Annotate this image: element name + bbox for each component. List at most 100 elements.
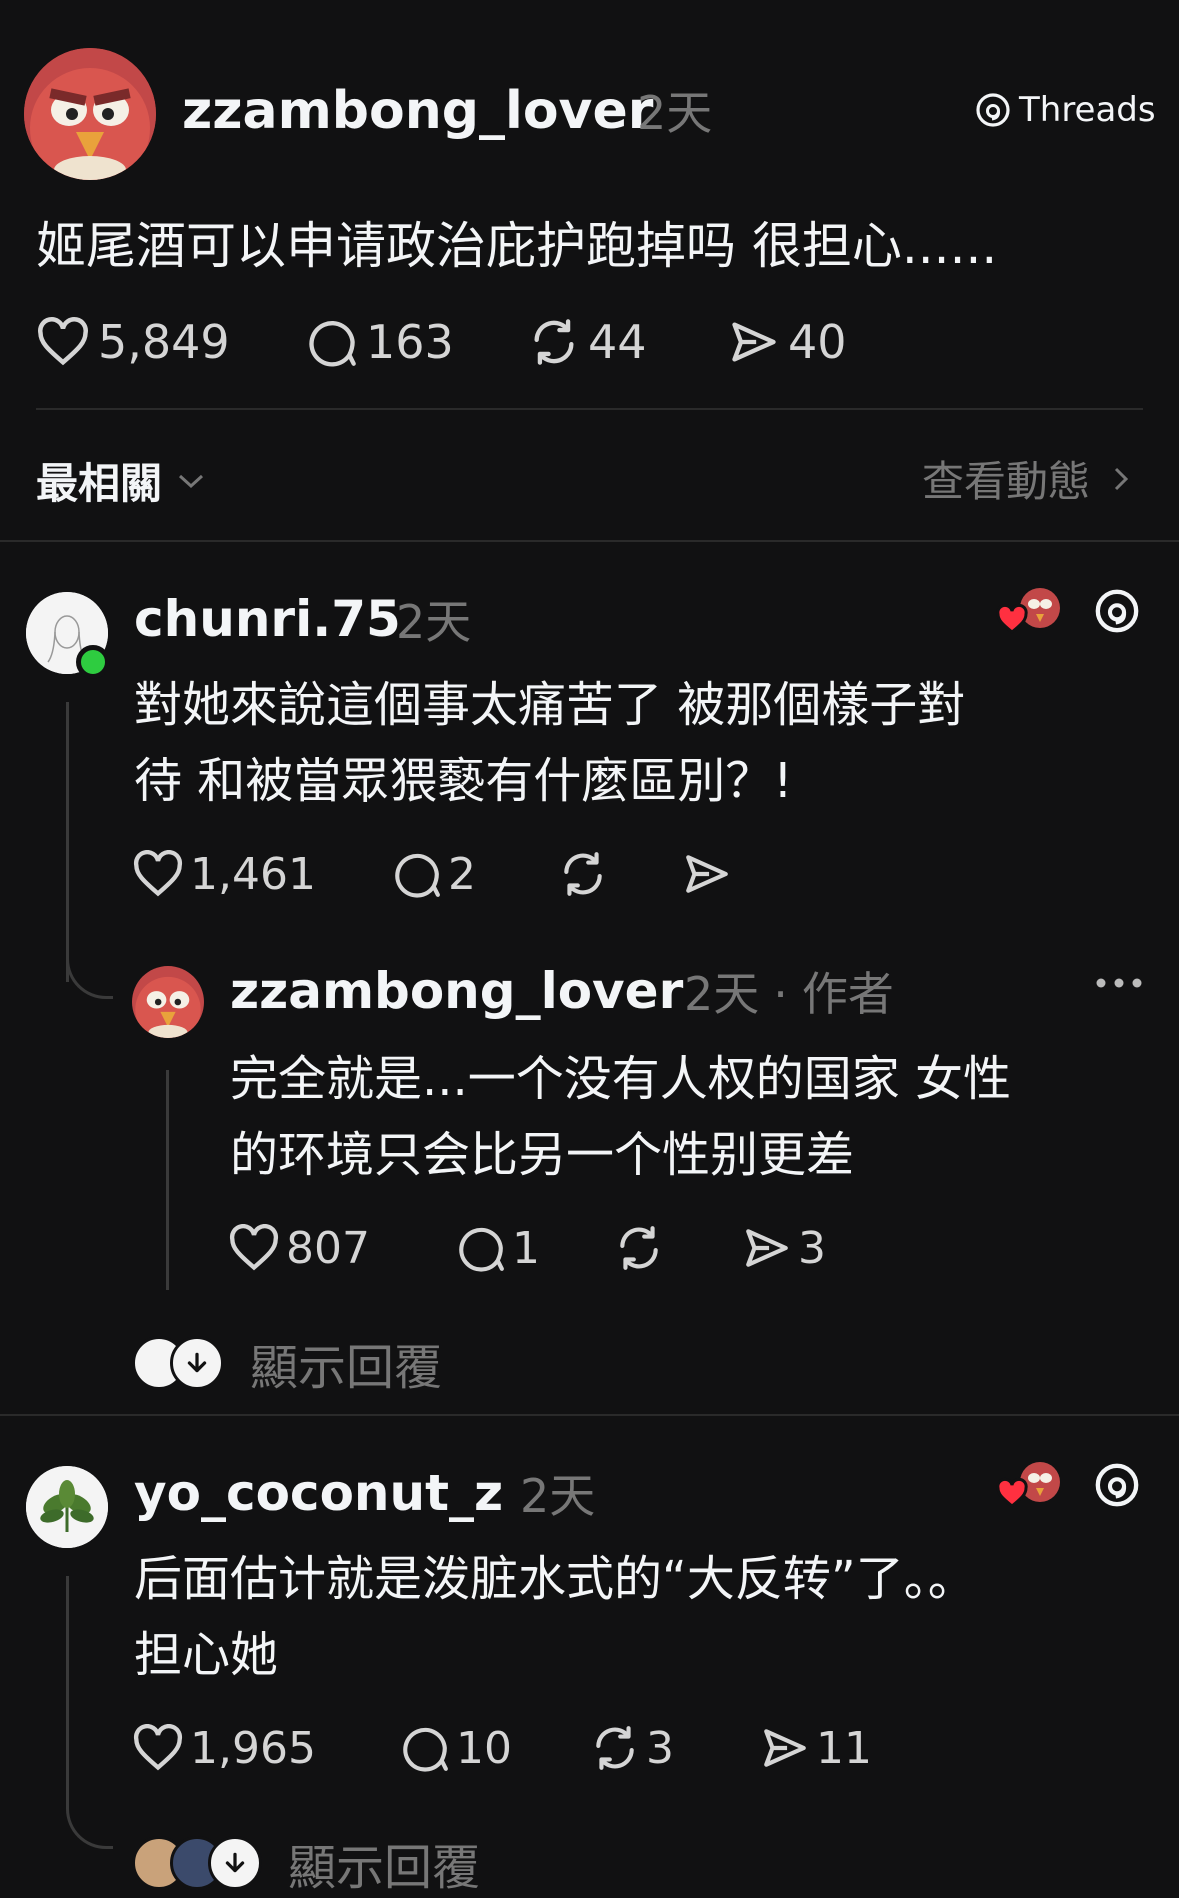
reply-text-line2: 待 和被當眾猥褻有什麼區別？! (134, 753, 793, 809)
chevron-down-icon (179, 474, 204, 488)
reply-author-username[interactable]: yo_coconut_z (134, 1460, 503, 1526)
sub-reply-text-line1: 完全就是...一个没有人权的国家 女性 (230, 1051, 1012, 1107)
reply-threads-menu-button[interactable] (1094, 588, 1140, 638)
comment-button[interactable]: 1 (456, 1223, 614, 1274)
comment-count: 1 (512, 1222, 540, 1274)
like-count: 1,461 (190, 848, 316, 900)
sub-reply-text-line2: 的环境只会比另一个性别更差 (230, 1127, 855, 1183)
send-icon (764, 1729, 806, 1767)
share-button[interactable] (682, 849, 762, 899)
share-button[interactable]: 40 (728, 315, 888, 369)
liked-by-author-badge (996, 1460, 1064, 1512)
post-actions: 5,849 163 44 40 (36, 312, 888, 372)
reply-author-username[interactable]: chunri.75 (134, 586, 401, 652)
arrow-down-icon (225, 1852, 245, 1873)
repost-icon (534, 319, 574, 365)
reply-time: 2天 (396, 595, 472, 649)
reply-text-line1: 對她來說這個事太痛苦了 被那個樣子對 (134, 677, 966, 733)
repost-count: 3 (646, 1722, 674, 1774)
like-count: 5,849 (98, 315, 230, 369)
like-button[interactable]: 1,461 (132, 849, 392, 900)
reply-text-line1: 后面估计就是泼脏水式的“大反转”了。。 (134, 1551, 976, 1607)
post-author-username[interactable]: zzambong_lover (182, 76, 653, 146)
reply-actions: 1,965 10 3 11 (132, 1720, 880, 1776)
show-replies-button[interactable]: 顯示回覆 (132, 1828, 480, 1898)
like-button[interactable]: 1,965 (132, 1723, 400, 1774)
leaf-avatar-icon (26, 1466, 108, 1548)
angry-bird-avatar-icon (24, 48, 156, 180)
reply-thread-curve (66, 1790, 113, 1849)
sub-reply-author-avatar[interactable] (132, 966, 204, 1038)
reply-author-avatar[interactable] (26, 1466, 108, 1548)
share-button[interactable]: 3 (742, 1223, 862, 1274)
heart-icon (133, 850, 183, 897)
repost-icon (564, 852, 602, 896)
like-button[interactable]: 5,849 (36, 315, 306, 369)
threads-post-view: { "brand": { "icon": "threads-logo-icon"… (0, 0, 1179, 1896)
like-button[interactable]: 807 (228, 1223, 456, 1274)
heart-icon (38, 317, 88, 366)
threads-logo-icon (976, 93, 1010, 127)
post-separator (36, 408, 1143, 410)
section-divider (0, 540, 1179, 542)
post-author-avatar[interactable] (24, 48, 156, 180)
repost-button[interactable]: 3 (590, 1723, 760, 1774)
send-icon (746, 1229, 788, 1267)
comment-icon (459, 1227, 504, 1272)
show-replies-arrow (208, 1836, 262, 1890)
sub-reply-meta: 2天 · 作者 (684, 962, 894, 1026)
reply-text-line2: 担心她 (134, 1627, 279, 1683)
sub-reply-author-username[interactable]: zzambong_lover (230, 958, 683, 1024)
sub-reply-actions: 807 1 3 (228, 1220, 862, 1276)
share-count: 3 (798, 1222, 826, 1274)
more-options-button[interactable] (1094, 968, 1144, 998)
reply-threads-menu-button[interactable] (1094, 1462, 1140, 1512)
reply-thread-line (66, 1576, 69, 1806)
like-count: 1,965 (190, 1722, 316, 1774)
show-replies-label: 顯示回覆 (250, 1340, 443, 1396)
repost-count: 44 (588, 315, 647, 369)
post-text: 姬尾酒可以申请政治庇护跑掉吗 很担心...... (36, 217, 998, 275)
show-replies-label: 顯示回覆 (288, 1840, 481, 1896)
send-icon (686, 855, 728, 893)
threads-logo-icon (1095, 589, 1139, 633)
more-dots-icon (1096, 978, 1142, 988)
threads-brand[interactable]: Threads (975, 90, 1156, 130)
like-count: 807 (286, 1222, 370, 1274)
view-activity-label: 查看動態 (922, 457, 1091, 506)
arrow-down-icon (187, 1352, 207, 1373)
angry-bird-avatar-icon (132, 966, 204, 1038)
repost-icon (596, 1726, 634, 1770)
sort-dropdown[interactable]: 最相關 (36, 450, 206, 511)
heart-avatar-badge-icon (996, 1462, 1060, 1508)
meta-separator: · (773, 967, 788, 1021)
author-badge: 作者 (801, 967, 894, 1021)
comment-count: 2 (448, 848, 476, 900)
reply-thread-curve (66, 940, 113, 999)
comment-icon (309, 321, 356, 367)
section-divider (0, 1414, 1179, 1416)
sort-label: 最相關 (36, 459, 163, 508)
repost-button[interactable] (614, 1223, 742, 1273)
share-button[interactable]: 11 (760, 1723, 880, 1774)
threads-logo-icon (1095, 1463, 1139, 1507)
comment-button[interactable]: 163 (306, 315, 528, 369)
comment-button[interactable]: 2 (392, 849, 558, 900)
sub-reply-time: 2天 (684, 967, 760, 1021)
share-count: 11 (816, 1722, 872, 1774)
reply-actions: 1,461 2 (132, 846, 762, 902)
heart-icon (229, 1224, 279, 1271)
repost-button[interactable]: 44 (528, 315, 728, 369)
comment-button[interactable]: 10 (400, 1723, 590, 1774)
sub-reply-thread-line (166, 1070, 169, 1290)
repost-button[interactable] (558, 849, 682, 899)
comment-count: 10 (456, 1722, 512, 1774)
heart-icon (133, 1724, 183, 1771)
comment-icon (403, 1727, 448, 1772)
show-replies-button[interactable]: 顯示回覆 (132, 1328, 442, 1398)
show-replies-arrow (170, 1336, 224, 1390)
heart-avatar-badge-icon (996, 588, 1060, 634)
reply-time: 2天 (520, 1469, 596, 1523)
view-activity-link[interactable]: 查看動態 (922, 448, 1130, 509)
share-count: 40 (788, 315, 847, 369)
